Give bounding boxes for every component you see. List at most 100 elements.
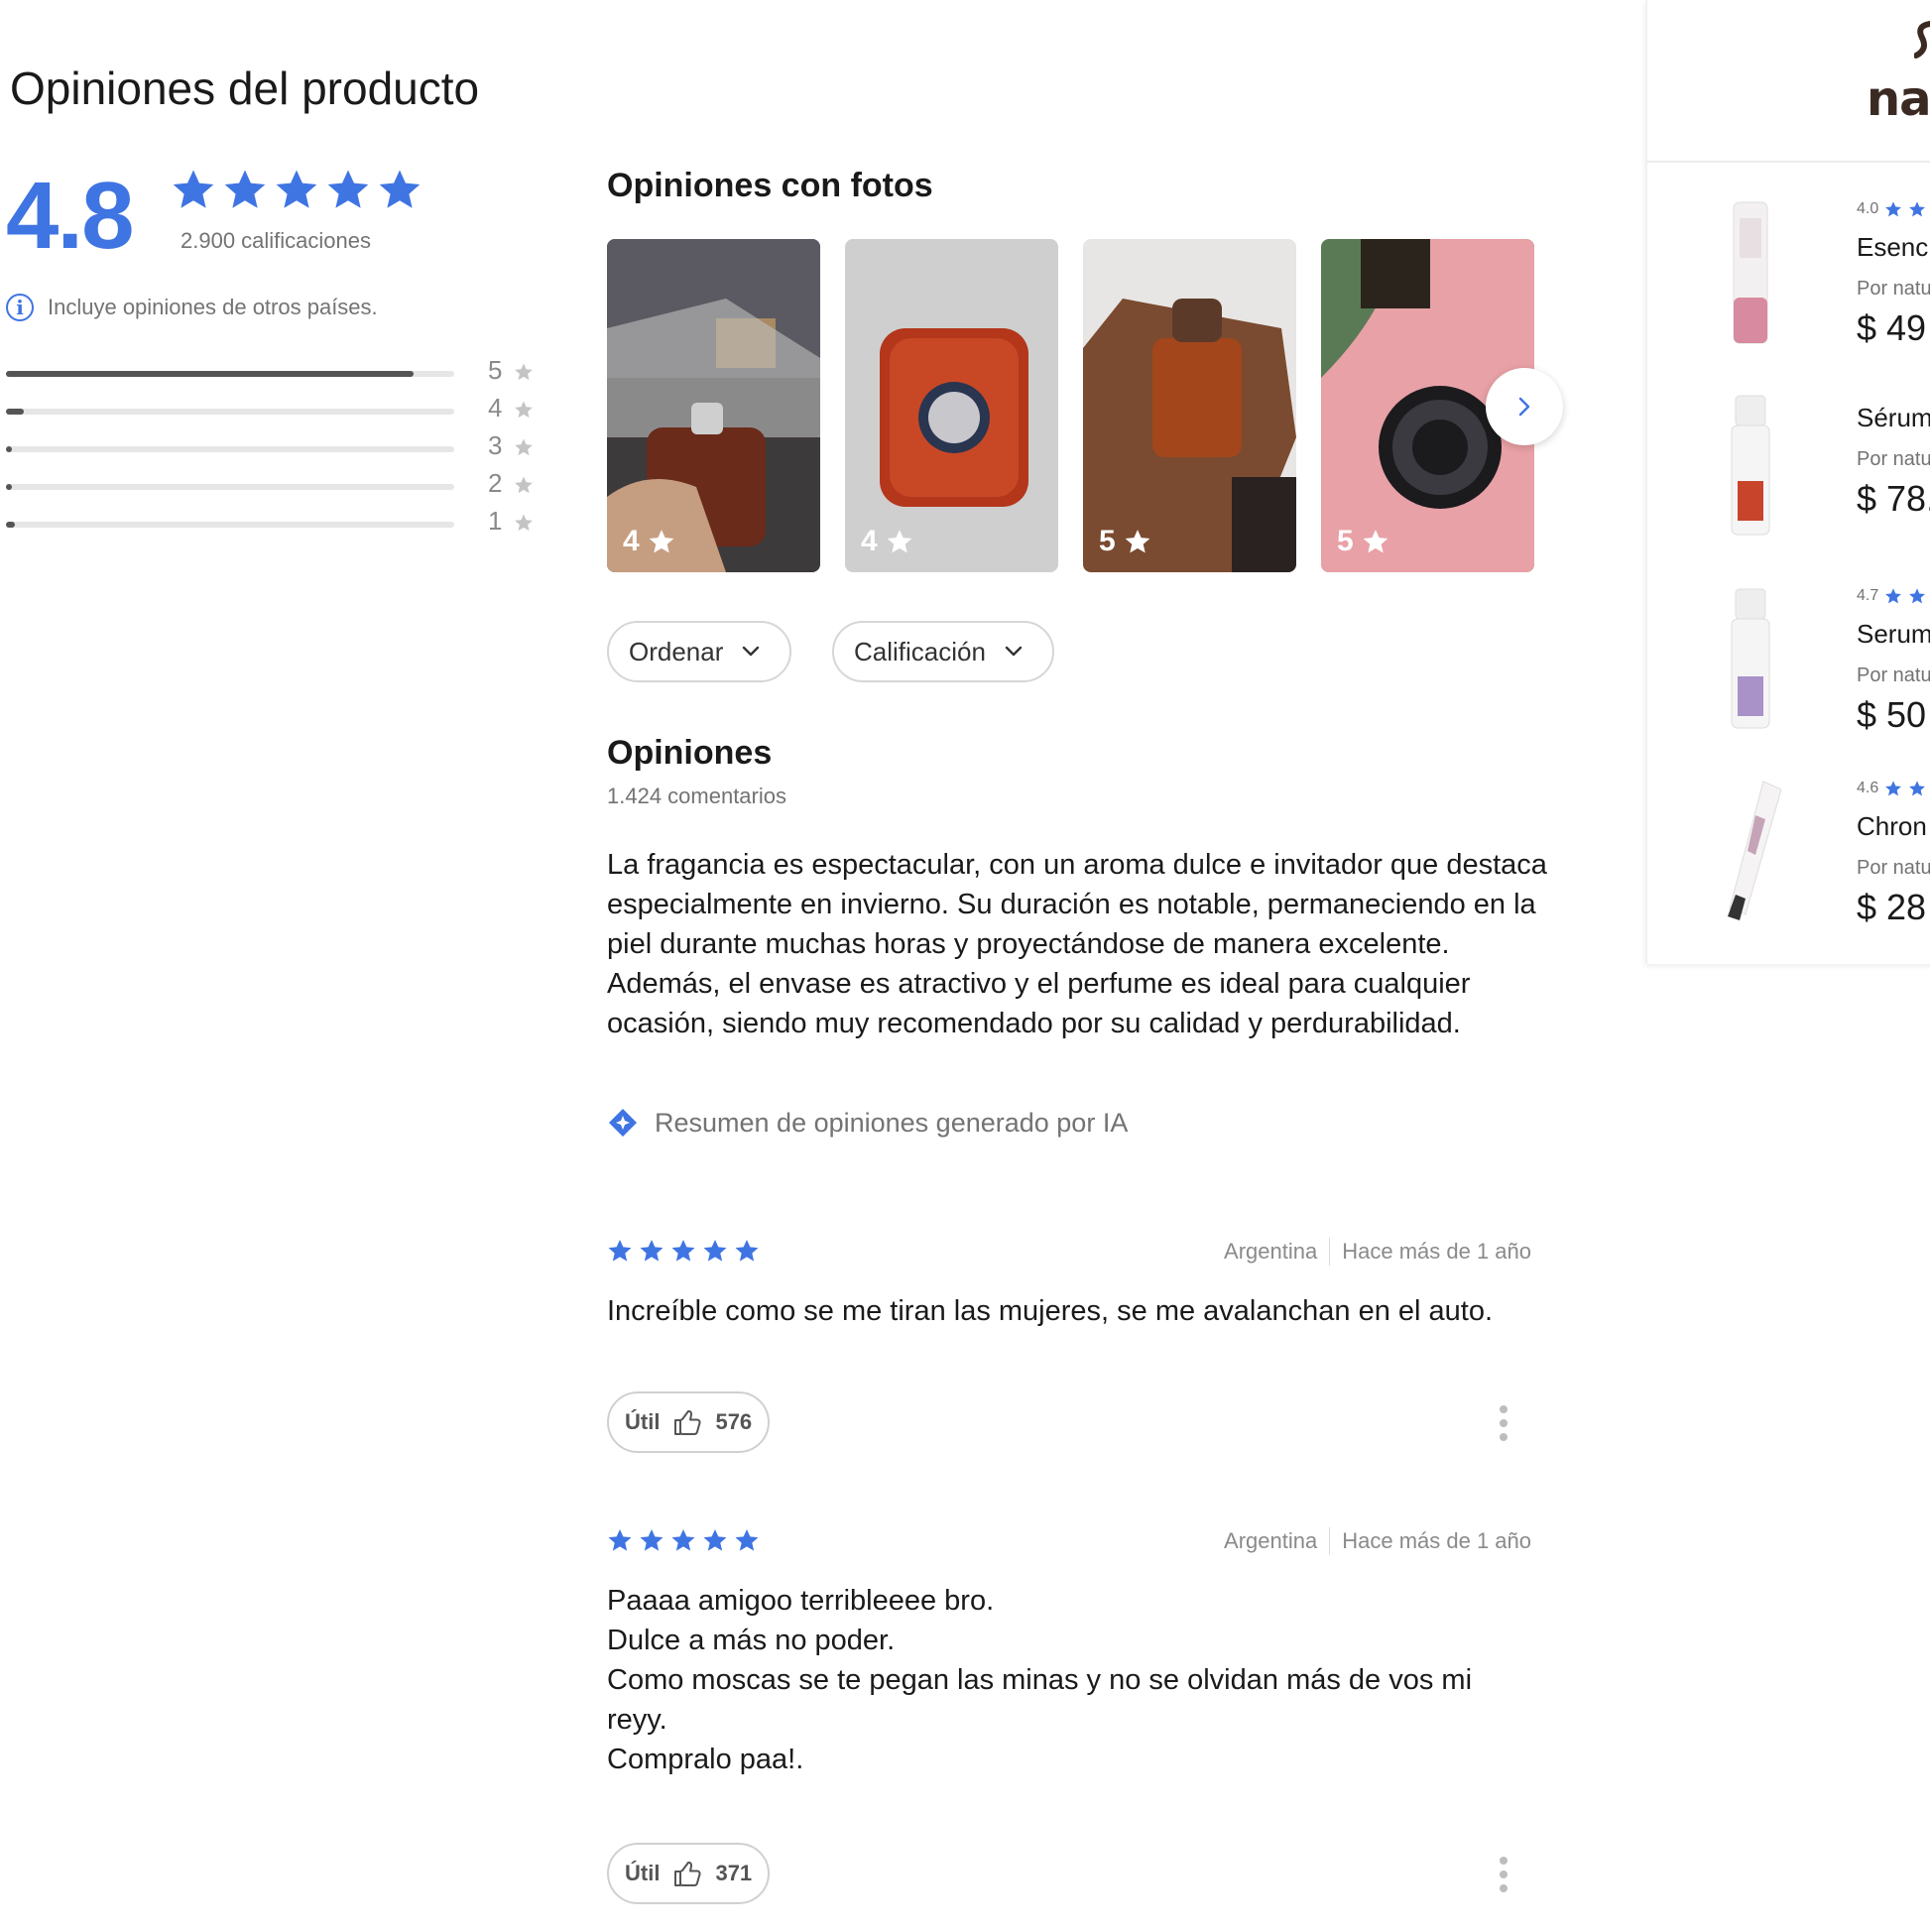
- average-rating: 4.8: [6, 163, 134, 269]
- comments-count: 1.424 comentarios: [607, 784, 786, 808]
- review-date: Hace más de 1 año: [1342, 1239, 1531, 1264]
- review-photo-3[interactable]: 5: [1083, 239, 1296, 572]
- chevron-down-icon: [741, 642, 761, 662]
- review-country: Argentina: [1224, 1239, 1318, 1264]
- product-price: $ 50: [1857, 694, 1927, 735]
- product-name[interactable]: Serum: [1857, 619, 1930, 650]
- page-title: Opiniones del producto: [10, 62, 480, 114]
- helpful-label: Útil: [625, 1861, 661, 1885]
- rating-bar-row[interactable]: 4: [6, 393, 542, 432]
- helpful-count: 576: [715, 1409, 753, 1434]
- product-price: $ 78.: [1857, 478, 1930, 519]
- average-stars: [171, 167, 422, 212]
- star-icon: [670, 1238, 696, 1264]
- star-icon: [886, 528, 913, 555]
- review-text: Increíble como se me tiran las mujeres, …: [607, 1295, 1494, 1327]
- review-date: Hace más de 1 año: [1342, 1528, 1531, 1553]
- star-icon: [702, 1527, 728, 1553]
- star-icon: [222, 167, 268, 212]
- rating-count: 2.900 calificaciones: [181, 228, 372, 253]
- photo-rating: 5: [1099, 525, 1151, 558]
- meta-divider: [1329, 1238, 1331, 1266]
- meta-divider: [1329, 1527, 1331, 1555]
- rating-bar-fill: [6, 484, 12, 490]
- product-seller: Por natu: [1857, 857, 1930, 879]
- star-icon: [1884, 780, 1902, 797]
- rating-bar-row[interactable]: 3: [6, 430, 542, 470]
- star-icon: [639, 1238, 664, 1264]
- photo-rating: 4: [861, 525, 913, 558]
- rating-bar-row[interactable]: 1: [6, 506, 542, 545]
- star-icon: [514, 437, 534, 457]
- star-icon: [702, 1238, 728, 1264]
- photo-rating: 4: [623, 525, 675, 558]
- rating-bar-track: [6, 522, 454, 528]
- star-icon: [514, 513, 534, 533]
- helpful-button[interactable]: Útil 576: [607, 1391, 771, 1453]
- info-icon: i: [6, 294, 34, 321]
- ai-summary-label: Resumen de opiniones generado por IA: [655, 1107, 1129, 1138]
- rating-bar-track: [6, 371, 454, 377]
- star-icon: [670, 1527, 696, 1553]
- product-rating: 4.0: [1857, 200, 1926, 218]
- product-price: $ 28: [1857, 887, 1927, 927]
- rating-bar-row[interactable]: 5: [6, 355, 542, 395]
- rating-bar-track: [6, 446, 454, 452]
- rating-bar-fill: [6, 371, 414, 377]
- photos-section-title: Opiniones con fotos: [607, 167, 933, 204]
- star-icon: [325, 167, 371, 212]
- star-icon: [734, 1527, 760, 1553]
- review-photo-1[interactable]: 4: [607, 239, 820, 572]
- star-icon: [377, 167, 422, 212]
- info-note: i Incluye opiniones de otros países.: [6, 294, 378, 321]
- review-country: Argentina: [1224, 1528, 1318, 1553]
- star-icon: [1908, 780, 1926, 797]
- product-rating: 4.6: [1857, 780, 1926, 797]
- star-icon: [1908, 200, 1926, 218]
- photos-next-button[interactable]: [1486, 368, 1563, 445]
- review-photo-2[interactable]: 4: [845, 239, 1058, 572]
- product-image[interactable]: [1706, 585, 1795, 734]
- star-icon: [171, 167, 216, 212]
- sort-dropdown[interactable]: Ordenar: [607, 621, 791, 682]
- review-more-options-icon[interactable]: [1499, 1405, 1508, 1441]
- chevron-right-icon: [1518, 397, 1530, 417]
- star-icon: [607, 1527, 633, 1553]
- reviews-section-title: Opiniones: [607, 734, 773, 772]
- rating-distribution: 5 4 3 2 1: [6, 355, 542, 545]
- review-stars: [607, 1527, 760, 1553]
- photo-image: [1083, 239, 1296, 572]
- ai-summary-note: Resumen de opiniones generado por IA: [607, 1107, 1128, 1139]
- product-image[interactable]: [1706, 776, 1795, 924]
- review-more-options-icon[interactable]: [1499, 1857, 1508, 1892]
- rating-bar-label: 3: [488, 430, 503, 460]
- rating-bar-fill: [6, 409, 24, 415]
- photo-rating: 5: [1337, 525, 1389, 558]
- thumbs-up-icon: [671, 1858, 703, 1889]
- ai-summary: La fragancia es espectacular, con un aro…: [607, 849, 1547, 1039]
- chevron-down-icon: [1004, 642, 1024, 662]
- star-icon: [639, 1527, 664, 1553]
- product-image[interactable]: [1706, 392, 1795, 541]
- photo-image: [845, 239, 1058, 572]
- product-name[interactable]: Esenc: [1857, 232, 1928, 263]
- star-icon: [734, 1238, 760, 1264]
- rating-bar-track: [6, 484, 454, 490]
- product-name[interactable]: Chron: [1857, 811, 1927, 842]
- rating-bar-row[interactable]: 2: [6, 468, 542, 508]
- star-icon: [274, 167, 319, 212]
- product-name[interactable]: Sérum: [1857, 403, 1930, 433]
- star-icon: [514, 400, 534, 420]
- rating-filter-dropdown[interactable]: Calificación: [832, 621, 1054, 682]
- rating-bar-label: 5: [488, 355, 503, 385]
- review-stars: [607, 1238, 760, 1264]
- product-seller: Por natu: [1857, 448, 1930, 470]
- product-seller: Por natu: [1857, 664, 1930, 686]
- product-image[interactable]: [1706, 198, 1795, 347]
- helpful-label: Útil: [625, 1409, 661, 1434]
- star-icon: [514, 475, 534, 495]
- helpful-button[interactable]: Útil 371: [607, 1843, 771, 1904]
- rating-bar-label: 1: [488, 506, 503, 536]
- thumbs-up-icon: [671, 1406, 703, 1438]
- rating-bar-fill: [6, 446, 12, 452]
